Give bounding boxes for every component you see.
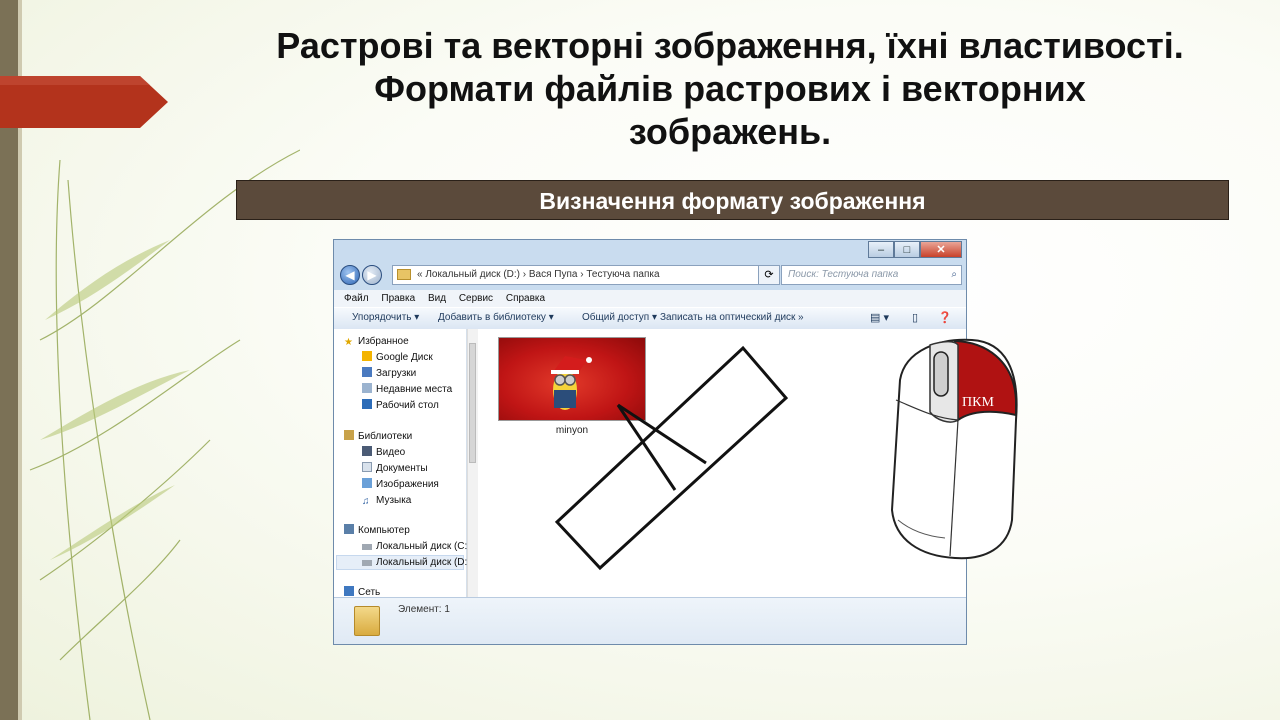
- right-click-label: ПКМ: [962, 395, 994, 410]
- mouse-icon: [890, 338, 1018, 560]
